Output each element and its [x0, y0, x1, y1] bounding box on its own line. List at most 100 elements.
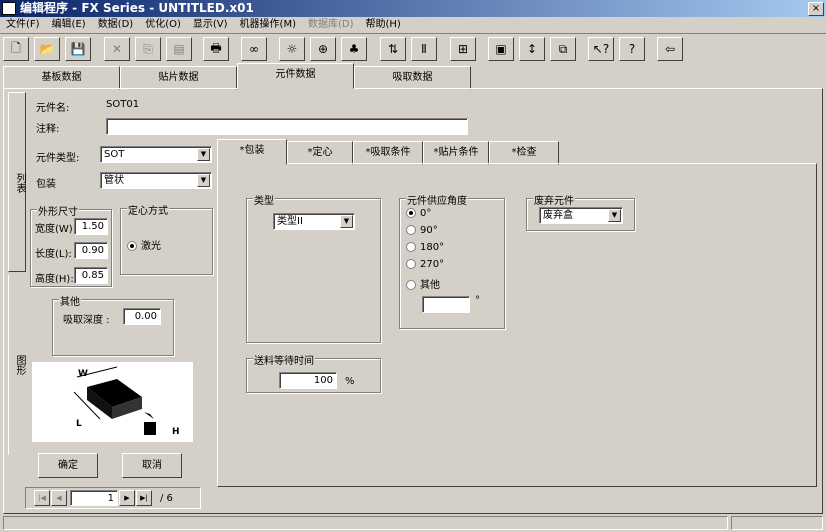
column-button[interactable]: Ⅱ: [411, 37, 437, 61]
context-help-button[interactable]: ↖?: [588, 37, 614, 61]
height-button[interactable]: ↕: [519, 37, 545, 61]
close-button[interactable]: ×: [808, 2, 824, 16]
tab-0[interactable]: 基板数据: [3, 66, 120, 90]
radio-label: 90°: [420, 225, 438, 236]
side-tab-graphic[interactable]: 图形: [8, 275, 26, 455]
radio-icon: [406, 280, 416, 290]
side-tab-label: 列表: [14, 173, 25, 193]
paste-icon: ▤: [173, 42, 185, 56]
paste-button[interactable]: ▤: [166, 37, 192, 61]
open-button[interactable]: 📂: [34, 37, 60, 61]
menu-item-7[interactable]: 帮助(H): [360, 17, 407, 33]
tab-2[interactable]: 元件数据: [237, 63, 354, 89]
find-icon: ∞: [249, 42, 259, 56]
stamp-button[interactable]: ▣: [488, 37, 514, 61]
cut-button[interactable]: ✕: [104, 37, 130, 61]
new-button[interactable]: 🗋: [3, 37, 29, 61]
angle-radio-3[interactable]: 270°: [406, 259, 444, 276]
pick-depth-input[interactable]: 0.00: [123, 308, 161, 325]
record-total: / 6: [160, 493, 173, 504]
print-icon: 🖶: [210, 40, 222, 55]
menu-item-1[interactable]: 编辑(E): [46, 17, 92, 33]
network-button[interactable]: ⊕: [310, 37, 336, 61]
exit-button[interactable]: ⇦: [657, 37, 683, 61]
angle-radio-0[interactable]: 0°: [406, 208, 444, 225]
copy-icon: ⎘: [143, 41, 153, 56]
dimensions-title: 外形尺寸: [37, 203, 79, 218]
pick-depth-label: 吸取深度 :: [63, 315, 110, 326]
cancel-button[interactable]: 取消: [122, 453, 182, 478]
help-button[interactable]: ?: [619, 37, 645, 61]
sub-tab-2[interactable]: *吸取条件: [353, 141, 423, 165]
side-tab-list[interactable]: 列表: [8, 92, 26, 272]
transfer-button[interactable]: ⇅: [380, 37, 406, 61]
other-angle-input[interactable]: [422, 296, 470, 313]
open-icon: 📂: [39, 42, 55, 56]
type-title: 类型: [253, 192, 275, 207]
sub-tab-1[interactable]: *定心: [287, 141, 353, 165]
feed-wait-title: 送料等待时间: [253, 352, 315, 367]
centering-group: 定心方式 激光: [120, 202, 213, 275]
menu-item-6[interactable]: 数据库(D): [302, 17, 360, 33]
last-record-button[interactable]: ▶|: [136, 490, 152, 506]
centering-laser-radio[interactable]: 激光: [127, 237, 161, 252]
ok-button[interactable]: 确定: [38, 453, 98, 478]
sub-tab-0[interactable]: *包装: [217, 139, 287, 165]
height-input[interactable]: 0.85: [74, 267, 108, 284]
menu-item-0[interactable]: 文件(F): [0, 17, 46, 33]
part-name-value: SOT01: [106, 99, 140, 110]
length-label: 长度(L):: [35, 249, 72, 260]
menu-item-4[interactable]: 显示(V): [187, 17, 234, 33]
menu-item-5[interactable]: 机器操作(M): [234, 17, 302, 33]
machine-button[interactable]: ⊞: [450, 37, 476, 61]
part-type-select[interactable]: SOT ▼: [100, 146, 212, 163]
chevron-down-icon[interactable]: ▼: [197, 174, 210, 187]
angle-radio-4[interactable]: 其他: [406, 276, 444, 293]
type-group: 类型 类型II ▼: [246, 192, 381, 343]
chevron-down-icon[interactable]: ▼: [197, 148, 210, 161]
menu-item-2[interactable]: 数据(D): [92, 17, 140, 33]
width-input[interactable]: 1.50: [74, 218, 108, 235]
discard-select[interactable]: 废弃盒 ▼: [539, 207, 623, 224]
cut-icon: ✕: [111, 42, 123, 56]
first-record-button[interactable]: |◀: [34, 490, 50, 506]
find-button[interactable]: ∞: [241, 37, 267, 61]
next-record-button[interactable]: ▶: [119, 490, 135, 506]
stamp-icon: ▣: [495, 42, 507, 56]
radio-icon: [406, 208, 416, 218]
side-tab-label: 图形: [14, 355, 25, 375]
comment-input[interactable]: [106, 118, 468, 135]
type-select[interactable]: 类型II ▼: [273, 213, 355, 230]
stack-icon: ⧉: [558, 41, 568, 56]
other-title: 其他: [59, 293, 81, 308]
stack-button[interactable]: ⧉: [550, 37, 576, 61]
radio-label: 0°: [420, 208, 432, 219]
package-value: 管状: [104, 175, 124, 186]
length-input[interactable]: 0.90: [74, 242, 108, 259]
discard-group: 废弃元件 废弃盒 ▼: [526, 192, 635, 231]
prev-record-button[interactable]: ◀: [51, 490, 67, 506]
shapes-button[interactable]: ♣: [341, 37, 367, 61]
tab-3[interactable]: 吸取数据: [354, 66, 471, 90]
feed-wait-input[interactable]: 100: [279, 372, 337, 389]
menu-item-3[interactable]: 优化(O): [139, 17, 187, 33]
chevron-down-icon[interactable]: ▼: [608, 209, 621, 222]
tab-1[interactable]: 贴片数据: [120, 66, 237, 90]
toolbar: 🗋 📂 💾 ✕ ⎘ ▤ 🖶 ∞ ☼ ⊕ ♣ ⇅ Ⅱ ⊞ ▣ ↕ ⧉ ↖?? ⇦: [3, 37, 823, 63]
angle-radio-1[interactable]: 90°: [406, 225, 444, 242]
record-number-input[interactable]: 1: [70, 490, 118, 506]
sub-tab-3[interactable]: *贴片条件: [423, 141, 489, 165]
column-icon: Ⅱ: [421, 42, 427, 56]
copy-button[interactable]: ⎘: [135, 37, 161, 61]
chevron-down-icon[interactable]: ▼: [340, 215, 353, 228]
optimize-button[interactable]: ☼: [279, 37, 305, 61]
feed-wait-group: 送料等待时间 100 %: [246, 352, 381, 393]
print-button[interactable]: 🖶: [203, 37, 229, 61]
dimensions-group: 外形尺寸 宽度(W): 1.50 长度(L): 0.90 高度(H): 0.85: [30, 203, 112, 287]
save-button[interactable]: 💾: [65, 37, 91, 61]
supply-angle-group: 元件供应角度 0° 90° 180° 270° 其他 °: [399, 192, 505, 329]
supply-angle-title: 元件供应角度: [406, 192, 468, 207]
angle-radio-2[interactable]: 180°: [406, 242, 444, 259]
sub-tab-4[interactable]: *检查: [489, 141, 559, 165]
package-select[interactable]: 管状 ▼: [100, 172, 212, 189]
